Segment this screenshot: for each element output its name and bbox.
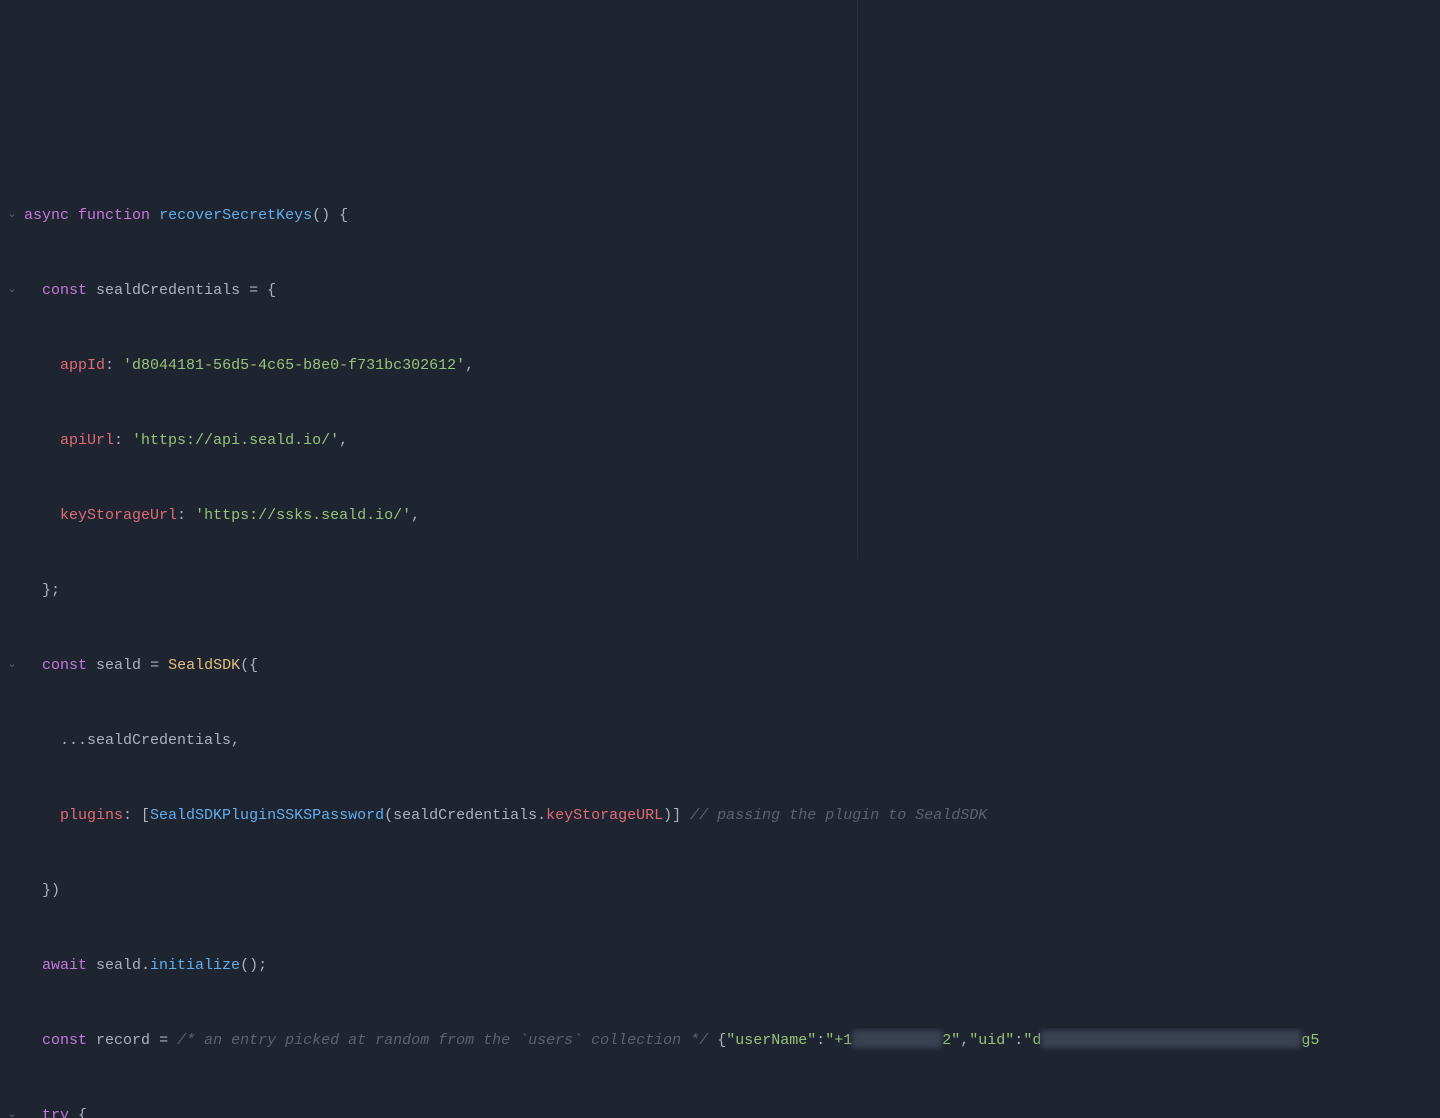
code-text: appId: 'd8044181-56d5-4c65-b8e0-f731bc30… bbox=[24, 353, 1440, 378]
code-line[interactable]: ⌄ try { bbox=[0, 1103, 1440, 1118]
fold-icon[interactable]: ⌄ bbox=[0, 278, 24, 303]
gutter bbox=[0, 953, 24, 978]
code-line[interactable]: ⌄async function recoverSecretKeys() { bbox=[0, 203, 1440, 228]
gutter bbox=[0, 803, 24, 828]
fold-icon[interactable]: ⌄ bbox=[0, 1103, 24, 1118]
gutter bbox=[0, 428, 24, 453]
gutter bbox=[0, 1028, 24, 1053]
redacted-text: xxxxxxxxxxxxxxxxxxxxxxxxxx bbox=[1041, 1030, 1301, 1048]
code-line[interactable]: await seald.initialize(); bbox=[0, 953, 1440, 978]
code-editor[interactable]: ⌄async function recoverSecretKeys() { ⌄ … bbox=[0, 150, 1440, 1118]
code-line[interactable]: ...sealdCredentials, bbox=[0, 728, 1440, 753]
code-text: }) bbox=[24, 878, 1440, 903]
code-text: const sealdCredentials = { bbox=[24, 278, 1440, 303]
code-text: const record = /* an entry picked at ran… bbox=[24, 1028, 1440, 1053]
code-line[interactable]: ⌄ const seald = SealdSDK({ bbox=[0, 653, 1440, 678]
code-line[interactable]: apiUrl: 'https://api.seald.io/', bbox=[0, 428, 1440, 453]
code-text: const seald = SealdSDK({ bbox=[24, 653, 1440, 678]
editor-ruler bbox=[857, 0, 858, 559]
code-text: await seald.initialize(); bbox=[24, 953, 1440, 978]
code-text: apiUrl: 'https://api.seald.io/', bbox=[24, 428, 1440, 453]
gutter bbox=[0, 728, 24, 753]
code-line[interactable]: }; bbox=[0, 578, 1440, 603]
fold-icon[interactable]: ⌄ bbox=[0, 653, 24, 678]
gutter bbox=[0, 503, 24, 528]
gutter bbox=[0, 353, 24, 378]
gutter bbox=[0, 878, 24, 903]
code-text: async function recoverSecretKeys() { bbox=[24, 203, 1440, 228]
code-line[interactable]: ⌄ const sealdCredentials = { bbox=[0, 278, 1440, 303]
code-text: }; bbox=[24, 578, 1440, 603]
fold-icon[interactable]: ⌄ bbox=[0, 203, 24, 228]
code-line[interactable]: keyStorageUrl: 'https://ssks.seald.io/', bbox=[0, 503, 1440, 528]
gutter bbox=[0, 578, 24, 603]
redacted-text: xxxxxxxx bbox=[852, 1030, 942, 1048]
code-text: try { bbox=[24, 1103, 1440, 1118]
code-text: keyStorageUrl: 'https://ssks.seald.io/', bbox=[24, 503, 1440, 528]
code-line[interactable]: }) bbox=[0, 878, 1440, 903]
code-line[interactable]: appId: 'd8044181-56d5-4c65-b8e0-f731bc30… bbox=[0, 353, 1440, 378]
code-text: ...sealdCredentials, bbox=[24, 728, 1440, 753]
code-text: plugins: [SealdSDKPluginSSKSPassword(sea… bbox=[24, 803, 1440, 828]
code-line[interactable]: const record = /* an entry picked at ran… bbox=[0, 1028, 1440, 1053]
code-line[interactable]: plugins: [SealdSDKPluginSSKSPassword(sea… bbox=[0, 803, 1440, 828]
